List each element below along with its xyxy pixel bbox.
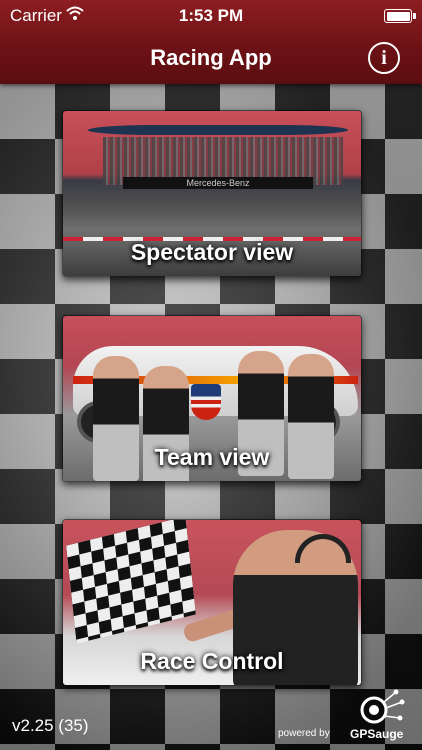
- spectator-view-card[interactable]: Mercedes-Benz Spectator view: [62, 110, 362, 277]
- navigation-bar: Carrier 1:53 PM Racing App i: [0, 0, 422, 84]
- version-label: v2.25 (35): [12, 716, 89, 735]
- powered-by-label: powered by: [278, 728, 330, 739]
- race-control-label: Race Control: [140, 648, 284, 674]
- battery-level: [386, 11, 410, 21]
- page-title: Racing App: [150, 45, 272, 70]
- team-view-card[interactable]: Team view: [62, 315, 362, 482]
- spectator-view-label: Spectator view: [130, 239, 294, 265]
- status-time: 1:53 PM: [178, 6, 244, 25]
- status-bar: Carrier 1:53 PM: [0, 0, 422, 30]
- info-circle-icon: i: [381, 47, 387, 69]
- info-button[interactable]: i: [368, 42, 400, 74]
- race-control-card[interactable]: Race Control: [62, 519, 362, 686]
- team-view-label: Team view: [154, 444, 270, 470]
- brand-name: GPSauge: [350, 727, 404, 741]
- battery-icon: [384, 9, 416, 23]
